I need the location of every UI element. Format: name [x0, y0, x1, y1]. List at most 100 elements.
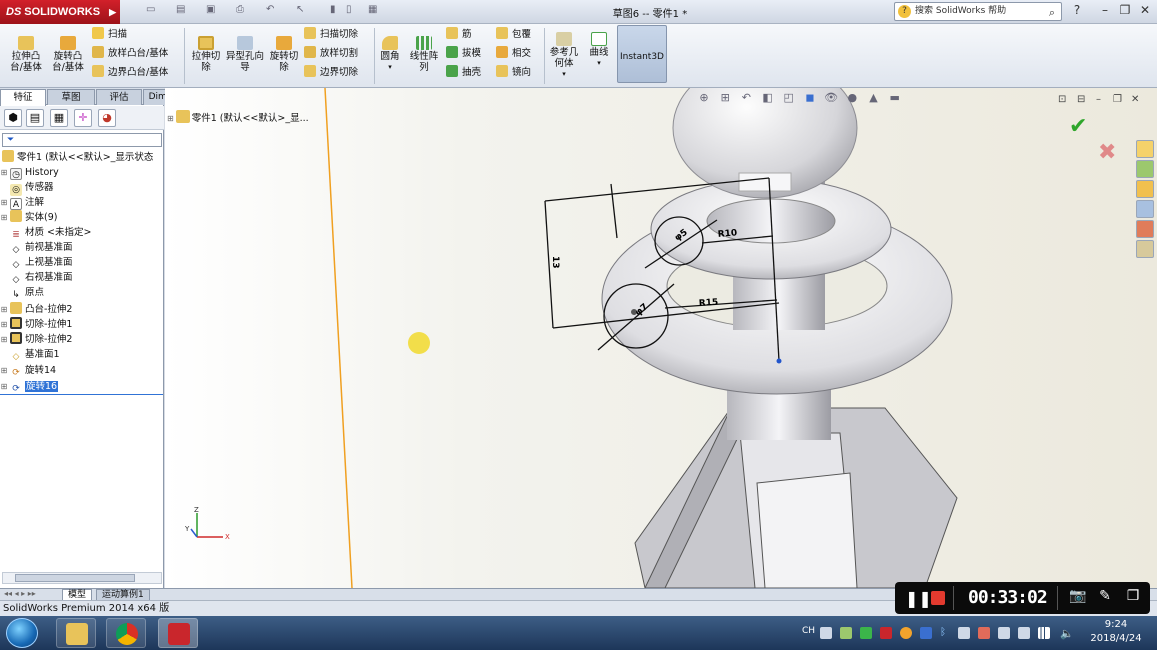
tab-features[interactable]: 特征 — [0, 89, 46, 106]
clock[interactable]: 9:24 2018/4/24 — [1083, 618, 1149, 646]
featuremanager-icon[interactable]: ⬢ — [4, 109, 22, 127]
tree-item-history[interactable]: ⊞ ◷ History — [0, 165, 59, 180]
swept-cut-button[interactable]: 扫描切除 — [304, 26, 358, 44]
search-icon[interactable]: ⌕ — [1049, 4, 1055, 21]
zoom-to-fit-icon[interactable]: ⊕ — [697, 91, 711, 105]
confirm-checkmark-icon[interactable]: ✔ — [1069, 114, 1087, 139]
pause-recording-button[interactable]: ❚❚ — [905, 589, 932, 608]
instant3d-button[interactable]: Instant3D — [617, 25, 667, 83]
extrude-cut-button[interactable]: 拉伸切除 — [188, 34, 224, 73]
extrude-boss-button[interactable]: 拉伸凸台/基体 — [6, 34, 46, 73]
home-icon[interactable] — [1136, 140, 1154, 158]
file-properties-icon[interactable]: ▯ — [346, 4, 364, 20]
solidworks-logo[interactable]: DS SOLIDWORKS ▶ — [0, 0, 120, 24]
loft-boss-button[interactable]: 放样凸台/基体 — [92, 45, 168, 63]
options-icon[interactable]: ▦ — [368, 4, 386, 20]
tree-item-cut-extrude2[interactable]: ⊞ 切除-拉伸2 — [0, 332, 72, 347]
viewport-split-icon[interactable]: ⊟ — [1077, 94, 1085, 105]
tab-evaluate[interactable]: 评估 — [96, 89, 142, 105]
tab-sketch[interactable]: 草图 — [47, 89, 95, 105]
viewport-minimize-icon[interactable]: – — [1096, 94, 1101, 105]
undo-icon[interactable]: ↶ — [266, 4, 284, 20]
print-icon[interactable]: ⎙ — [236, 4, 254, 20]
explorer-taskbar-button[interactable] — [56, 618, 96, 648]
chrome-taskbar-button[interactable] — [106, 618, 146, 648]
cancel-x-icon[interactable]: ✖ — [1098, 140, 1116, 165]
tray-status-icon[interactable] — [900, 627, 912, 639]
revolve-cut-button[interactable]: 旋转切除 — [266, 34, 302, 73]
view-palette-icon[interactable] — [1136, 200, 1154, 218]
wrap-button[interactable]: 包覆 — [496, 26, 531, 44]
custom-properties-icon[interactable] — [1136, 240, 1154, 258]
network-app-icon[interactable] — [920, 627, 932, 639]
minimize-window-icon[interactable]: – — [1096, 3, 1114, 17]
view-settings-icon[interactable]: ▬ — [888, 91, 902, 105]
tools-icon[interactable] — [978, 627, 990, 639]
save-icon[interactable]: ▣ — [206, 4, 224, 20]
hole-wizard-button[interactable]: 异型孔向导 — [226, 34, 264, 73]
tree-item-cut-extrude1[interactable]: ⊞ 切除-拉伸1 — [0, 317, 72, 332]
open-icon[interactable]: ▤ — [176, 4, 194, 20]
viewport-restore-icon[interactable]: ❐ — [1113, 94, 1122, 105]
viewport-menu-icon[interactable]: ⊡ — [1058, 94, 1066, 105]
filter-input[interactable]: ⏷ — [2, 133, 162, 147]
tray-app-icon[interactable] — [840, 627, 852, 639]
viewport-close-icon[interactable]: ✕ — [1131, 94, 1139, 105]
flyout-tree-header[interactable]: ⊞ 零件1 (默认<<默认>_显... — [167, 110, 309, 124]
signal-icon[interactable] — [1038, 627, 1050, 639]
rib-button[interactable]: 筋 — [446, 26, 472, 44]
bluetooth-icon[interactable]: ᛒ — [940, 627, 952, 639]
dimxpertmanager-icon[interactable]: ✛ — [74, 109, 92, 127]
section-view-icon[interactable]: ◧ — [761, 91, 775, 105]
scrollbar-thumb[interactable] — [15, 574, 135, 582]
solidworks-taskbar-button[interactable] — [158, 618, 198, 648]
hide-show-items-icon[interactable]: 👁 — [824, 91, 838, 105]
close-window-icon[interactable]: ✕ — [1136, 3, 1154, 17]
tree-item-boss-extrude2[interactable]: ⊞ 凸台-拉伸2 — [0, 302, 72, 317]
language-indicator[interactable]: CH — [802, 626, 815, 636]
camera-icon[interactable]: 📷 — [1068, 588, 1088, 604]
propertymanager-icon[interactable]: ▤ — [26, 109, 44, 127]
help-search-input[interactable]: ? 搜索 SolidWorks 帮助 ⌕ — [894, 2, 1062, 21]
power-icon[interactable] — [998, 627, 1010, 639]
tree-item-solid-bodies[interactable]: ⊞ 实体(9) — [0, 210, 57, 225]
draft-button[interactable]: 拔模 — [446, 45, 481, 63]
shield-icon[interactable] — [860, 627, 872, 639]
boundary-boss-button[interactable]: 边界凸台/基体 — [92, 64, 168, 82]
zoom-to-area-icon[interactable]: ⊞ — [718, 91, 732, 105]
curves-button[interactable]: 曲线 ▾ — [584, 30, 614, 69]
select-icon[interactable]: ↖ — [296, 4, 314, 20]
appearances-icon[interactable] — [1136, 220, 1154, 238]
mirror-button[interactable]: 镜向 — [496, 64, 531, 82]
tree-item-sensors[interactable]: ◎ 传感器 — [0, 180, 54, 196]
lofted-cut-button[interactable]: 放样切割 — [304, 45, 358, 63]
tree-item-revolve16[interactable]: ⊞ ⟳ 旋转16 — [0, 379, 59, 394]
tree-item-revolve14[interactable]: ⊞ ⟳ 旋转14 — [0, 363, 56, 378]
tree-item-right-plane[interactable]: ◇ 右视基准面 — [0, 270, 73, 285]
rollback-bar[interactable] — [0, 394, 163, 395]
solidworks-tray-icon[interactable] — [880, 627, 892, 639]
window-mode-icon[interactable]: ❐ — [1123, 588, 1143, 604]
linear-pattern-button[interactable]: 线性阵列 — [406, 34, 442, 73]
tree-item-annotations[interactable]: ⊞ A 注解 — [0, 195, 44, 210]
tree-item-top-plane[interactable]: ◇ 上视基准面 — [0, 255, 73, 270]
menu-arrow-icon[interactable]: ▶ — [109, 0, 116, 24]
revolve-boss-button[interactable]: 旋转凸台/基体 — [48, 34, 88, 73]
tab-scroll-arrows-icon[interactable]: ◂◂ ◂ ▸ ▸▸ — [4, 589, 36, 598]
usb-icon[interactable] — [1018, 627, 1030, 639]
volume-icon[interactable]: 🔈 — [1060, 627, 1074, 640]
edit-appearance-icon[interactable]: ● — [845, 91, 859, 105]
tree-item-origin[interactable]: ↳ 原点 — [0, 285, 44, 300]
displaymanager-icon[interactable]: ◕ — [98, 109, 116, 127]
intersect-button[interactable]: 相交 — [496, 45, 531, 63]
tree-item-part[interactable]: 零件1 (默认<<默认>_显示状态 — [0, 150, 153, 165]
graphics-viewport[interactable]: φ5 R10 φ7 R15 13 ⊞ 零件1 (默认<<默认>_显... ⊕ ⊞ … — [165, 88, 1157, 588]
apply-scene-icon[interactable]: ▲ — [867, 91, 881, 105]
reference-geometry-button[interactable]: 参考几何体 ▾ — [548, 30, 580, 80]
stop-recording-button[interactable] — [931, 591, 945, 605]
file-explorer-icon[interactable] — [1136, 180, 1154, 198]
restore-window-icon[interactable]: ❐ — [1116, 3, 1134, 17]
display-style-icon[interactable]: ◼ — [803, 91, 817, 105]
view-orientation-icon[interactable]: ◰ — [782, 91, 796, 105]
fillet-button[interactable]: 圆角 ▾ — [376, 34, 404, 73]
